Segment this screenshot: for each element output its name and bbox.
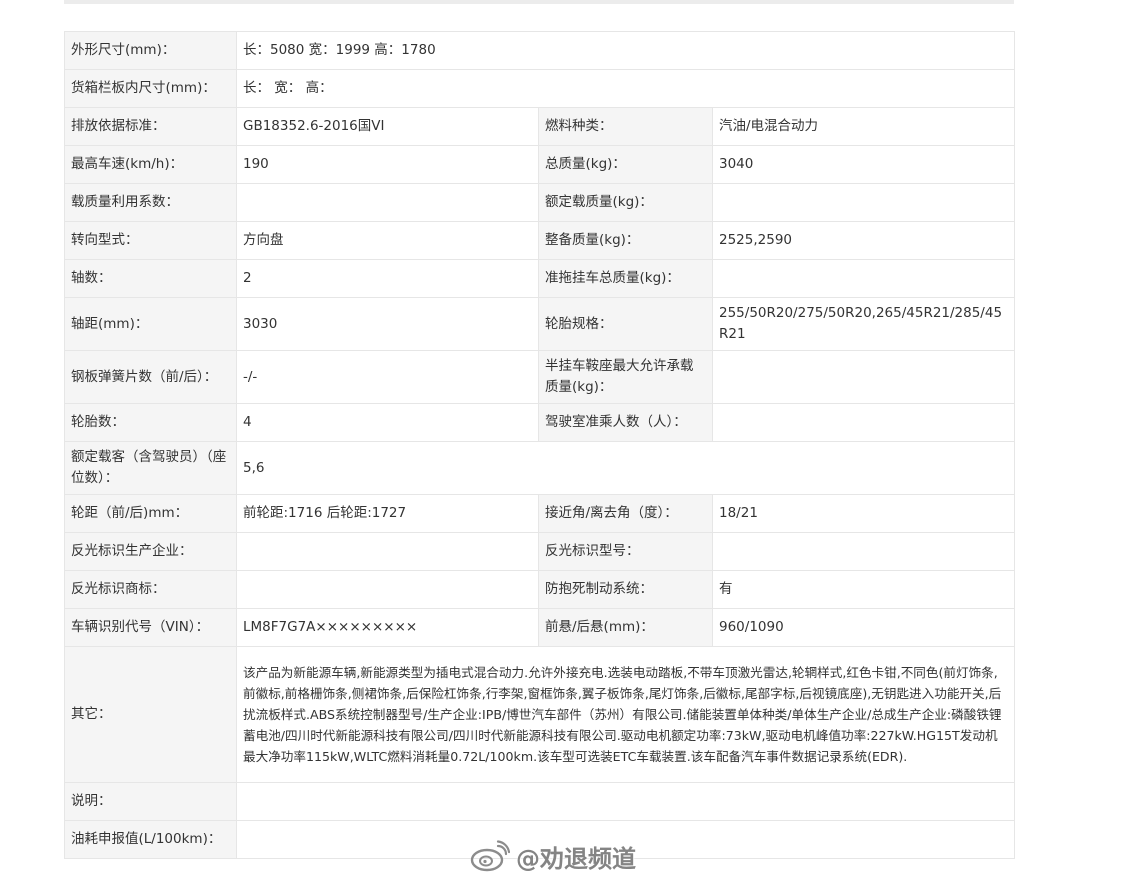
weibo-logo-icon bbox=[470, 840, 510, 872]
label-fuel-consumption: 油耗申报值(L/100km)： bbox=[64, 820, 237, 859]
table-row: 反光标识商标： 防抱死制动系统： 有 bbox=[64, 570, 1016, 609]
label-axle-count: 轴数： bbox=[64, 259, 237, 298]
table-row: 载质量利用系数： 额定载质量(kg)： bbox=[64, 183, 1016, 222]
table-row: 排放依据标准： GB18352.6-2016国VI 燃料种类： 汽油/电混合动力 bbox=[64, 107, 1016, 146]
value-seating-capacity: 5,6 bbox=[235, 441, 1016, 495]
table-row: 外形尺寸(mm)： 长：5080 宽：1999 高：1780 bbox=[64, 31, 1016, 70]
label-abs-system: 防抱死制动系统： bbox=[538, 570, 713, 609]
value-remarks bbox=[235, 782, 1016, 821]
value-dimensions: 长：5080 宽：1999 高：1780 bbox=[235, 31, 1016, 70]
value-steering-type: 方向盘 bbox=[236, 221, 539, 260]
value-overhang: 960/1090 bbox=[711, 608, 1016, 647]
value-max-speed: 190 bbox=[236, 145, 539, 184]
table-row: 说明： bbox=[64, 782, 1016, 821]
value-curb-weight: 2525,2590 bbox=[711, 221, 1016, 260]
value-vin: LM8F7G7A××××××××× bbox=[236, 608, 539, 647]
label-tire-count: 轮胎数： bbox=[64, 403, 237, 442]
label-remarks: 说明： bbox=[64, 782, 237, 821]
table-row: 最高车速(km/h)： 190 总质量(kg)： 3040 bbox=[64, 145, 1016, 184]
label-reflector-model: 反光标识型号： bbox=[538, 532, 713, 571]
table-row: 其它： 该产品为新能源车辆,新能源类型为插电式混合动力.允许外接充电.选装电动踏… bbox=[64, 646, 1016, 783]
weibo-watermark: @劝退频道 bbox=[470, 838, 636, 874]
label-tire-spec: 轮胎规格： bbox=[538, 297, 713, 351]
label-track-width: 轮距（前/后)mm： bbox=[64, 494, 237, 533]
table-row: 轮胎数： 4 驾驶室准乘人数（人）： bbox=[64, 403, 1016, 442]
table-row: 反光标识生产企业： 反光标识型号： bbox=[64, 532, 1016, 571]
value-abs-system: 有 bbox=[711, 570, 1016, 609]
label-load-utilization: 载质量利用系数： bbox=[64, 183, 237, 222]
value-reflector-manufacturer bbox=[236, 532, 539, 571]
table-row: 车辆识别代号（VIN）： LM8F7G7A××××××××× 前悬/后悬(mm)… bbox=[64, 608, 1016, 647]
value-cab-occupants bbox=[711, 403, 1016, 442]
table-row: 轴数： 2 准拖挂车总质量(kg)： bbox=[64, 259, 1016, 298]
table-row: 额定载客（含驾驶员）（座位数）： 5,6 bbox=[64, 441, 1016, 495]
top-divider bbox=[64, 0, 1014, 4]
vehicle-spec-table: 外形尺寸(mm)： 长：5080 宽：1999 高：1780 货箱栏板内尺寸(m… bbox=[64, 31, 1016, 859]
label-reflector-trademark: 反光标识商标： bbox=[64, 570, 237, 609]
label-trailer-mass: 准拖挂车总质量(kg)： bbox=[538, 259, 713, 298]
value-emission-standard: GB18352.6-2016国VI bbox=[236, 107, 539, 146]
label-approach-departure-angle: 接近角/离去角（度）： bbox=[538, 494, 713, 533]
label-gross-mass: 总质量(kg)： bbox=[538, 145, 713, 184]
watermark-text: @劝退频道 bbox=[516, 844, 636, 873]
label-seating-capacity: 额定载客（含驾驶员）（座位数）： bbox=[64, 441, 237, 495]
label-other-notes: 其它： bbox=[64, 646, 237, 783]
value-approach-departure-angle: 18/21 bbox=[711, 494, 1016, 533]
label-saddle-load: 半挂车鞍座最大允许承载质量(kg)： bbox=[538, 350, 713, 404]
table-row: 转向型式： 方向盘 整备质量(kg)： 2525,2590 bbox=[64, 221, 1016, 260]
value-fuel-type: 汽油/电混合动力 bbox=[711, 107, 1016, 146]
label-vin: 车辆识别代号（VIN）： bbox=[64, 608, 237, 647]
label-cab-occupants: 驾驶室准乘人数（人）： bbox=[538, 403, 713, 442]
value-trailer-mass bbox=[711, 259, 1016, 298]
table-row: 钢板弹簧片数（前/后）： -/- 半挂车鞍座最大允许承载质量(kg)： bbox=[64, 350, 1016, 404]
value-saddle-load bbox=[711, 350, 1016, 404]
value-track-width: 前轮距:1716 后轮距:1727 bbox=[236, 494, 539, 533]
value-other-notes: 该产品为新能源车辆,新能源类型为插电式混合动力.允许外接充电.选装电动踏板,不带… bbox=[235, 646, 1016, 783]
value-load-utilization bbox=[236, 183, 539, 222]
table-row: 轮距（前/后)mm： 前轮距:1716 后轮距:1727 接近角/离去角（度）：… bbox=[64, 494, 1016, 533]
label-emission-standard: 排放依据标准： bbox=[64, 107, 237, 146]
label-wheelbase: 轴距(mm)： bbox=[64, 297, 237, 351]
label-reflector-manufacturer: 反光标识生产企业： bbox=[64, 532, 237, 571]
label-cargo-box-dimensions: 货箱栏板内尺寸(mm)： bbox=[64, 69, 237, 108]
value-tire-spec: 255/50R20/275/50R20,265/45R21/285/45R21 bbox=[711, 297, 1016, 351]
value-gross-mass: 3040 bbox=[711, 145, 1016, 184]
value-wheelbase: 3030 bbox=[236, 297, 539, 351]
value-rated-payload bbox=[711, 183, 1016, 222]
value-reflector-model bbox=[711, 532, 1016, 571]
label-overhang: 前悬/后悬(mm)： bbox=[538, 608, 713, 647]
value-cargo-box-dimensions: 长： 宽： 高： bbox=[235, 69, 1016, 108]
value-reflector-trademark bbox=[236, 570, 539, 609]
label-curb-weight: 整备质量(kg)： bbox=[538, 221, 713, 260]
label-steering-type: 转向型式： bbox=[64, 221, 237, 260]
label-max-speed: 最高车速(km/h)： bbox=[64, 145, 237, 184]
label-dimensions: 外形尺寸(mm)： bbox=[64, 31, 237, 70]
value-tire-count: 4 bbox=[236, 403, 539, 442]
label-fuel-type: 燃料种类： bbox=[538, 107, 713, 146]
table-row: 货箱栏板内尺寸(mm)： 长： 宽： 高： bbox=[64, 69, 1016, 108]
table-row: 轴距(mm)： 3030 轮胎规格： 255/50R20/275/50R20,2… bbox=[64, 297, 1016, 351]
label-leaf-springs: 钢板弹簧片数（前/后）： bbox=[64, 350, 237, 404]
value-axle-count: 2 bbox=[236, 259, 539, 298]
value-leaf-springs: -/- bbox=[236, 350, 539, 404]
label-rated-payload: 额定载质量(kg)： bbox=[538, 183, 713, 222]
